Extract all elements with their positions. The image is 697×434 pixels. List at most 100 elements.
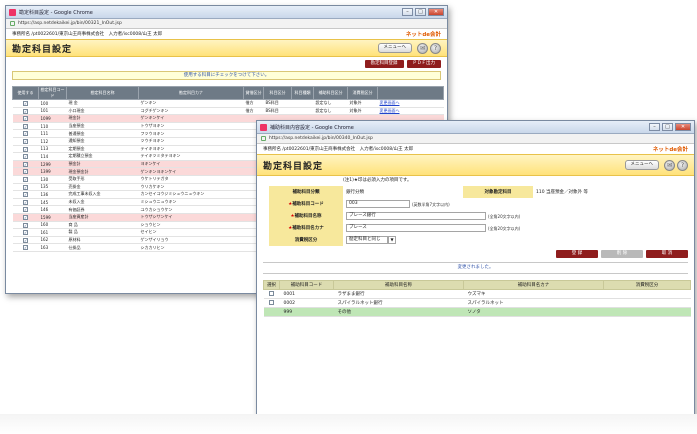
select-checkbox[interactable] xyxy=(269,291,274,296)
account-name: 製 品 xyxy=(66,228,139,237)
minimize-button[interactable]: – xyxy=(402,8,413,16)
use-checkbox[interactable] xyxy=(23,123,28,129)
use-checkbox[interactable] xyxy=(23,192,28,198)
account-code: 130 xyxy=(38,175,67,184)
use-checkbox[interactable] xyxy=(23,169,28,175)
use-checkbox-cell xyxy=(12,175,39,184)
select-checkbox[interactable] xyxy=(269,300,274,305)
minimize-button[interactable]: – xyxy=(649,123,660,131)
sub-account-row[interactable]: 999 その他 ソノタ xyxy=(263,307,691,317)
front-page-title: 勘定科目設定 xyxy=(263,161,324,172)
account-kana: テイキヨキン xyxy=(138,145,244,154)
use-checkbox[interactable] xyxy=(23,146,28,152)
account-row[interactable]: 101小口現金コグチゲンキン借方BS科目 設定なし対象外変更画面へ xyxy=(12,107,444,116)
use-checkbox-cell xyxy=(12,114,39,123)
back-menu-button[interactable]: メニューへ xyxy=(377,43,412,53)
use-checkbox[interactable] xyxy=(23,154,28,160)
use-checkbox-cell xyxy=(12,221,39,230)
account-row[interactable]: 100現 金ゲンキン借方BS科目 設定なし対象外変更画面へ xyxy=(12,99,444,108)
use-checkbox[interactable] xyxy=(23,184,28,190)
use-checkbox-cell xyxy=(12,236,39,245)
tax-select-value: 勘定科目と同じ xyxy=(349,237,381,242)
back-address-bar[interactable]: https://asp.netdekaikei.jp/bin/00321_InO… xyxy=(6,19,447,29)
account-name: 現金預金計 xyxy=(66,167,139,176)
name-cell: プレース銀行 (全角20文字以内) xyxy=(343,210,689,222)
account-kana: カンセイコウジミシュウニュウキン xyxy=(138,190,244,199)
use-checkbox-cell xyxy=(12,137,39,146)
account-code: 136 xyxy=(38,190,67,199)
back-office-info: 事務所名 /pt0022601/東京山王商事株式会社 入力者/isc0008/山… xyxy=(12,32,163,37)
front-mail-icon[interactable]: ✉ xyxy=(664,159,675,171)
kana-input[interactable]: プレース xyxy=(346,224,486,232)
use-checkbox-cell xyxy=(12,152,39,161)
col-sub-kana: 補助科目名カナ xyxy=(463,280,604,290)
account-kana: ゲンキンヨキンケイ xyxy=(138,167,244,176)
col-link xyxy=(377,86,444,100)
cancel-button[interactable]: 取 消 xyxy=(646,250,688,258)
use-checkbox[interactable] xyxy=(23,161,28,167)
use-checkbox[interactable] xyxy=(23,101,28,107)
front-address-bar[interactable]: https://asp.netdekaikei.jp/bin/00340_InO… xyxy=(257,134,694,144)
use-checkbox[interactable] xyxy=(23,207,28,213)
back-page-title: 勘定科目設定 xyxy=(12,44,73,55)
maximize-button[interactable]: □ xyxy=(415,8,426,16)
col-select: 選択 xyxy=(263,280,280,290)
use-checkbox-cell xyxy=(12,167,39,176)
use-checkbox[interactable] xyxy=(23,230,28,236)
register-account-button[interactable]: 勘定科目登録 xyxy=(364,60,404,68)
col-kind: 科目種類 xyxy=(291,86,314,100)
close-button[interactable]: ✕ xyxy=(428,8,444,16)
chrome-page-icon xyxy=(260,123,267,131)
use-checkbox[interactable] xyxy=(23,176,28,182)
front-browser-window: 補助科目内容設定 - Google Chrome – □ ✕ https://a… xyxy=(256,120,695,426)
use-checkbox[interactable] xyxy=(23,116,28,122)
use-checkbox[interactable] xyxy=(23,131,28,137)
use-checkbox[interactable] xyxy=(23,222,28,228)
col-code: 勘定科目コード xyxy=(38,86,67,100)
change-screen-link-cell: 変更画面へ xyxy=(377,107,444,116)
account-name: 定期積立預金 xyxy=(66,152,139,161)
code-label: 補助科目コード xyxy=(292,202,324,207)
close-button[interactable]: ✕ xyxy=(675,123,691,131)
tax-select[interactable]: 勘定科目と同じ xyxy=(346,236,388,244)
sub-code: 0001 xyxy=(279,289,334,299)
front-help-icon[interactable]: ? xyxy=(677,159,688,171)
use-checkbox[interactable] xyxy=(23,237,28,243)
account-name: 当座資産計 xyxy=(66,213,139,222)
maximize-button[interactable]: □ xyxy=(662,123,673,131)
use-checkbox[interactable] xyxy=(23,245,28,251)
tax-cell: 勘定科目と同じ ▼ xyxy=(343,234,689,246)
sub-account-row[interactable]: 0002 スパイラルネット銀行 スパイラルネット xyxy=(263,298,691,308)
account-name: 有価証券 xyxy=(66,205,139,214)
use-checkbox-cell xyxy=(12,205,39,214)
account-code: 160 xyxy=(38,221,67,230)
delete-button[interactable]: 削 除 xyxy=(601,250,643,258)
back-mail-icon[interactable]: ✉ xyxy=(417,42,428,54)
register-button[interactable]: 登 録 xyxy=(556,250,598,258)
front-menu-button[interactable]: メニューへ xyxy=(624,160,659,170)
use-checkbox[interactable] xyxy=(23,214,28,220)
account-code: 161 xyxy=(38,228,67,237)
use-checkbox[interactable] xyxy=(23,199,28,205)
change-screen-link[interactable]: 変更画面へ xyxy=(380,100,400,105)
code-input[interactable]: 003 xyxy=(346,200,410,208)
sub-account-row[interactable]: 0001 ラザまま銀行 ウズマキ xyxy=(263,289,691,299)
account-name: 通知預金 xyxy=(66,137,139,146)
use-checkbox[interactable] xyxy=(23,108,28,114)
name-label: 補助科目名称 xyxy=(294,214,322,219)
account-category: BS科目 xyxy=(263,99,292,108)
sub-tax xyxy=(603,298,691,308)
account-code: 1599 xyxy=(38,213,67,222)
name-input[interactable]: プレース銀行 xyxy=(346,212,486,220)
pdf-output-button[interactable]: ＰＤＦ出力 xyxy=(406,60,441,68)
use-checkbox-cell xyxy=(12,99,39,108)
back-help-icon[interactable]: ? xyxy=(430,42,441,54)
sub-name: スパイラルネット銀行 xyxy=(333,298,464,308)
back-info-bar: 事務所名 /pt0022601/東京山王商事株式会社 入力者/isc0008/山… xyxy=(6,29,447,39)
sub-tax xyxy=(603,289,691,299)
dropdown-arrow-icon[interactable]: ▼ xyxy=(388,236,396,244)
use-checkbox[interactable] xyxy=(23,139,28,145)
change-screen-link[interactable]: 変更画面へ xyxy=(380,108,400,113)
sub-account-form: 補助科目分類 銀行分類 対象勘定科目 110 当座預金／対象外 等 ★補助科目コ… xyxy=(269,186,689,246)
account-name: 受取手形 xyxy=(66,175,139,184)
